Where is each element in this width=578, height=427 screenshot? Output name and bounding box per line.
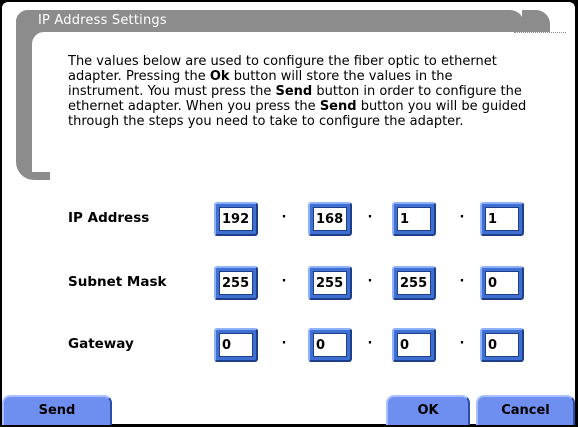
- ip-octet-1[interactable]: 192: [214, 202, 258, 236]
- gateway-octet-1-value[interactable]: 0: [219, 333, 253, 357]
- ip-address-label: IP Address: [68, 210, 150, 226]
- dialog-window: IP Address Settings The values below are…: [2, 2, 575, 425]
- gateway-octet-4[interactable]: 0: [480, 328, 524, 362]
- ip-octet-3-value[interactable]: 1: [397, 207, 431, 231]
- octet-separator: ·: [367, 274, 373, 289]
- ok-button[interactable]: OK: [386, 395, 470, 425]
- octet-separator: ·: [459, 274, 465, 289]
- gateway-octet-2[interactable]: 0: [308, 328, 352, 362]
- gateway-octet-2-value[interactable]: 0: [313, 333, 347, 357]
- subnet-octet-2-value[interactable]: 255: [313, 271, 347, 295]
- subnet-octet-4-value[interactable]: 0: [485, 271, 519, 295]
- gateway-octet-1[interactable]: 0: [214, 328, 258, 362]
- octet-separator: ·: [367, 210, 373, 225]
- title-divider: [514, 32, 566, 33]
- send-keyword: Send: [275, 84, 313, 99]
- gateway-octet-3[interactable]: 0: [392, 328, 436, 362]
- description-text: The values below are used to configure t…: [68, 54, 527, 129]
- ip-octet-4-value[interactable]: 1: [485, 207, 519, 231]
- ip-octet-2[interactable]: 168: [308, 202, 352, 236]
- subnet-octet-2[interactable]: 255: [308, 266, 352, 300]
- ip-octet-3[interactable]: 1: [392, 202, 436, 236]
- ip-octet-1-value[interactable]: 192: [219, 207, 253, 231]
- octet-separator: ·: [459, 336, 465, 351]
- subnet-octet-3-value[interactable]: 255: [397, 271, 431, 295]
- octet-separator: ·: [281, 274, 287, 289]
- octet-separator: ·: [459, 210, 465, 225]
- subnet-octet-1[interactable]: 255: [214, 266, 258, 300]
- gateway-label: Gateway: [68, 336, 134, 352]
- subnet-mask-label: Subnet Mask: [68, 274, 167, 290]
- title-bar-tip: [522, 10, 550, 32]
- ok-keyword: Ok: [209, 69, 230, 84]
- ip-octet-2-value[interactable]: 168: [313, 207, 347, 231]
- send-keyword: Send: [319, 99, 357, 114]
- dialog-title: IP Address Settings: [38, 13, 167, 28]
- subnet-octet-4[interactable]: 0: [480, 266, 524, 300]
- subnet-octet-3[interactable]: 255: [392, 266, 436, 300]
- gateway-octet-3-value[interactable]: 0: [397, 333, 431, 357]
- octet-separator: ·: [367, 336, 373, 351]
- gateway-octet-4-value[interactable]: 0: [485, 333, 519, 357]
- ip-octet-4[interactable]: 1: [480, 202, 524, 236]
- cancel-button[interactable]: Cancel: [476, 395, 575, 425]
- octet-separator: ·: [281, 336, 287, 351]
- subnet-octet-1-value[interactable]: 255: [219, 271, 253, 295]
- send-button[interactable]: Send: [2, 395, 112, 425]
- octet-separator: ·: [281, 210, 287, 225]
